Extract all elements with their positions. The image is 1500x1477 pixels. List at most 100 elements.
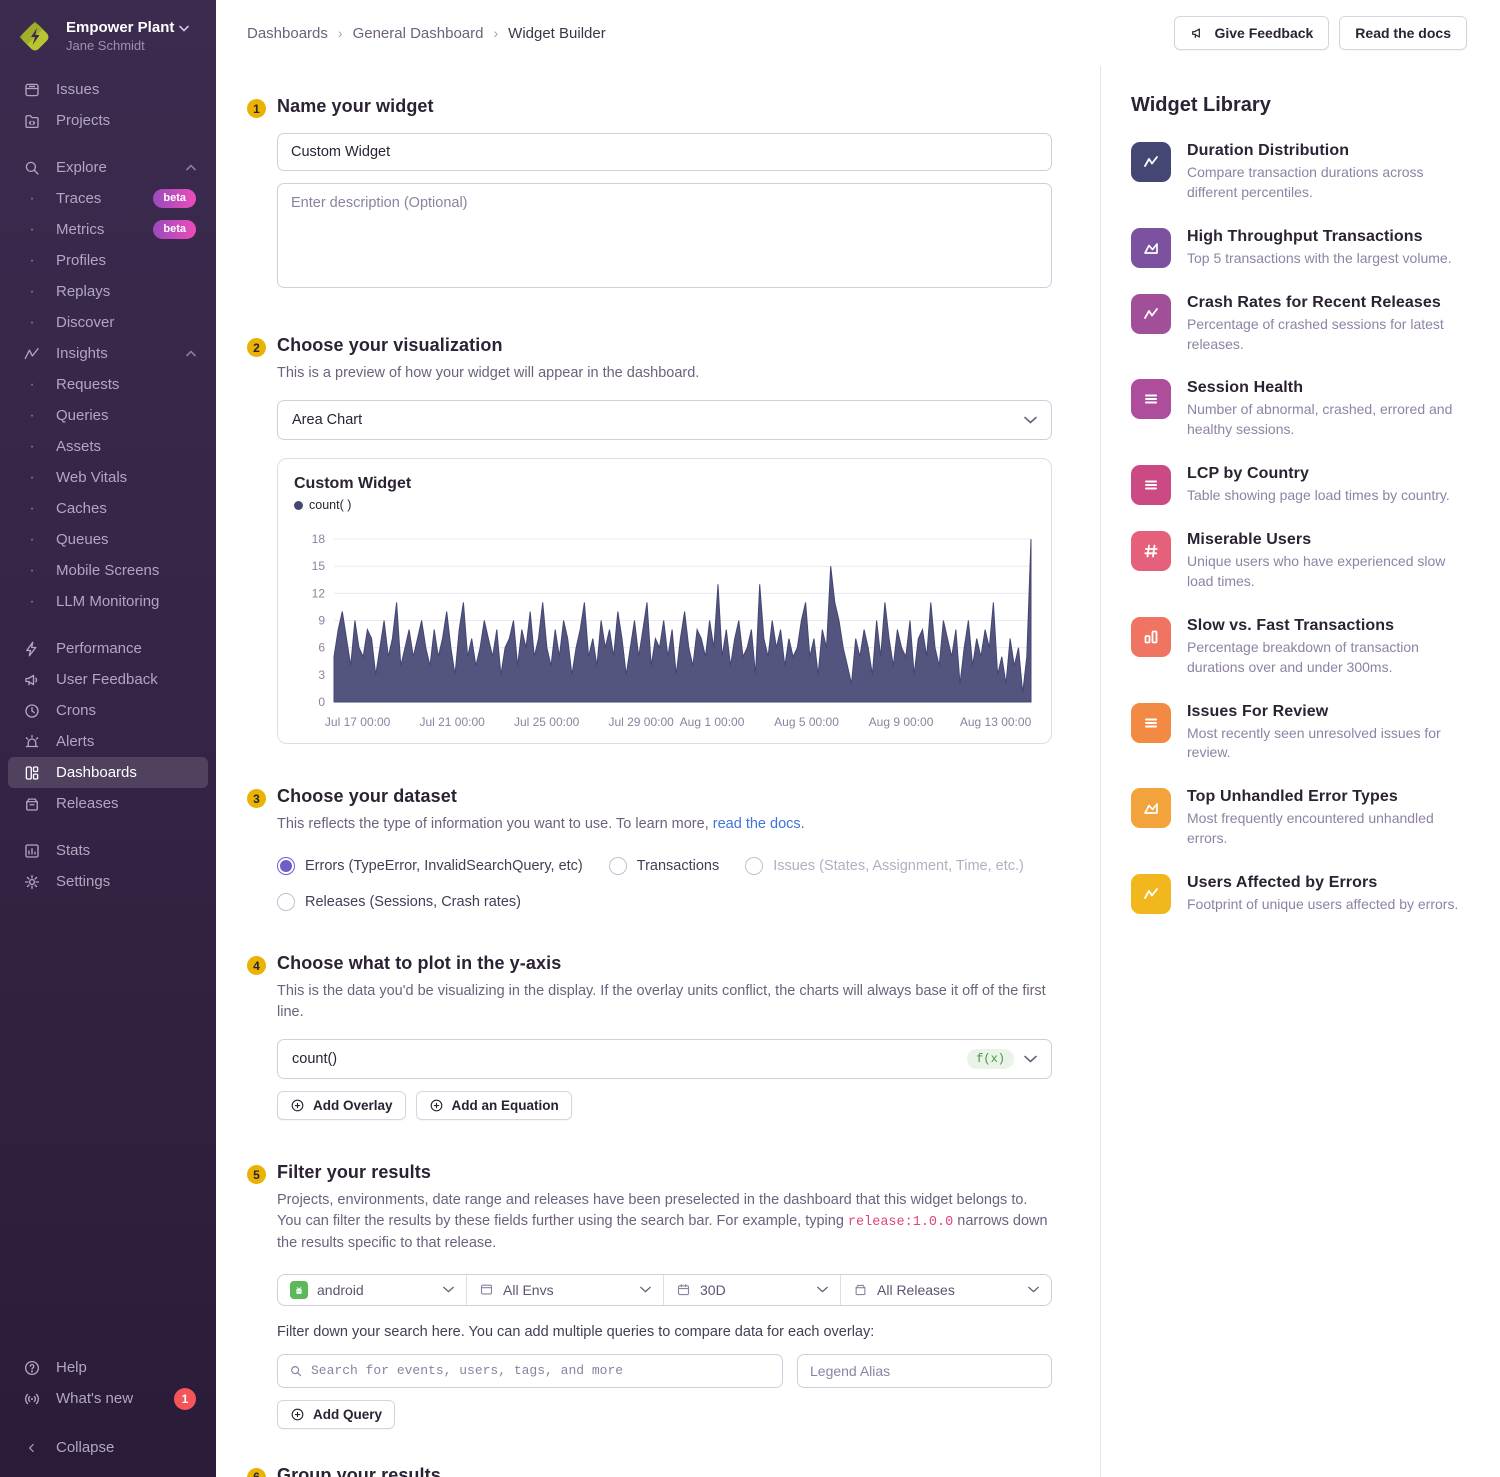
sidebar-item-replays[interactable]: · Replays (8, 276, 208, 307)
svg-text:12: 12 (312, 586, 326, 600)
siren-icon (22, 733, 42, 751)
step-number-badge: 5 (247, 1165, 266, 1184)
megaphone-icon (22, 671, 42, 689)
read-docs-link[interactable]: read the docs (713, 816, 801, 832)
sidebar-item-alerts[interactable]: Alerts (8, 726, 208, 757)
plus-circle-icon (429, 1098, 444, 1113)
widget-description-input[interactable] (277, 183, 1052, 288)
sidebar-item-help[interactable]: Help (8, 1352, 208, 1383)
org-switcher[interactable]: Empower Plant Jane Schmidt (0, 16, 216, 74)
beta-badge: beta (153, 189, 196, 207)
sidebar-item-queries[interactable]: ·Queries (8, 400, 208, 431)
step-subtitle: This is the data you'd be visualizing in… (277, 981, 1052, 1023)
library-item-duration-distribution[interactable]: Duration Distribution Compare transactio… (1131, 142, 1460, 203)
radio-icon (745, 857, 763, 875)
sidebar-item-settings[interactable]: Settings (8, 866, 208, 897)
sidebar-item-discover[interactable]: · Discover (8, 307, 208, 338)
dataset-option-errors[interactable]: Errors (TypeError, InvalidSearchQuery, e… (277, 857, 583, 875)
environment-filter[interactable]: All Envs (467, 1275, 664, 1305)
sidebar-item-crons[interactable]: Crons (8, 695, 208, 726)
svg-text:Jul 29 00:00: Jul 29 00:00 (608, 715, 674, 729)
sidebar-item-projects[interactable]: Projects (8, 105, 208, 136)
sidebar-group-insights[interactable]: Insights (8, 338, 208, 369)
y-axis-field-select[interactable]: count() f(x) (277, 1039, 1052, 1079)
android-icon (290, 1281, 308, 1299)
step-subtitle: Projects, environments, date range and r… (277, 1190, 1052, 1254)
insights-icon (22, 345, 42, 363)
library-item-top-unhandled-errors[interactable]: Top Unhandled Error Types Most frequentl… (1131, 788, 1460, 849)
topbar: Dashboards › General Dashboard › Widget … (216, 0, 1500, 66)
sidebar-item-requests[interactable]: ·Requests (8, 369, 208, 400)
legend-alias-input[interactable] (797, 1354, 1052, 1388)
sidebar-item-profiles[interactable]: · Profiles (8, 245, 208, 276)
sidebar-item-traces[interactable]: · Traces beta (8, 183, 208, 214)
chevron-down-icon (1024, 416, 1037, 424)
sidebar-item-web-vitals[interactable]: ·Web Vitals (8, 462, 208, 493)
library-item-issues-for-review[interactable]: Issues For Review Most recently seen unr… (1131, 703, 1460, 764)
breadcrumb-dashboards[interactable]: Dashboards (247, 25, 328, 42)
sidebar-item-releases[interactable]: Releases (8, 788, 208, 819)
sidebar-item-metrics[interactable]: · Metrics beta (8, 214, 208, 245)
sidebar-item-whats-new[interactable]: What's new 1 (8, 1383, 208, 1414)
date-range-filter[interactable]: 30D (664, 1275, 841, 1305)
dataset-option-transactions[interactable]: Transactions (609, 857, 719, 875)
sidebar-item-stats[interactable]: Stats (8, 835, 208, 866)
breadcrumb-general-dashboard[interactable]: General Dashboard (353, 25, 484, 42)
sidebar-item-performance[interactable]: Performance (8, 633, 208, 664)
library-item-session-health[interactable]: Session Health Number of abnormal, crash… (1131, 379, 1460, 440)
dataset-option-releases[interactable]: Releases (Sessions, Crash rates) (277, 893, 521, 911)
step-number-badge: 3 (247, 789, 266, 808)
step-number-badge: 1 (247, 99, 266, 118)
releases-filter[interactable]: All Releases (841, 1275, 1051, 1305)
sidebar-item-assets[interactable]: ·Assets (8, 431, 208, 462)
content-area: Dashboards › General Dashboard › Widget … (216, 0, 1500, 1477)
svg-text:0: 0 (318, 695, 325, 709)
breadcrumb-separator: › (338, 25, 343, 41)
query-search-input[interactable] (311, 1363, 771, 1378)
sidebar-collapse-button[interactable]: Collapse (8, 1432, 208, 1463)
line-chart-icon (1131, 294, 1171, 334)
query-search-box (277, 1354, 783, 1388)
inline-code: release:1.0.0 (848, 1215, 953, 1230)
line-chart-icon (1131, 142, 1171, 182)
org-logo-icon (16, 18, 54, 56)
issues-icon (22, 81, 42, 99)
give-feedback-button[interactable]: Give Feedback (1174, 16, 1329, 50)
beta-badge: beta (153, 220, 196, 238)
add-equation-button[interactable]: Add an Equation (416, 1091, 572, 1120)
org-name: Empower Plant (66, 19, 174, 37)
sidebar-group-explore[interactable]: Explore (8, 152, 208, 183)
svg-text:Aug 1 00:00: Aug 1 00:00 (680, 715, 745, 729)
library-item-miserable-users[interactable]: Miserable Users Unique users who have ex… (1131, 531, 1460, 592)
project-filter[interactable]: android (278, 1275, 467, 1305)
chevron-down-icon (1024, 1055, 1037, 1063)
widget-library-panel: Widget Library Duration Distribution Com… (1100, 66, 1500, 1477)
step-y-axis: 4 Choose what to plot in the y-axis This… (247, 953, 1052, 1120)
library-item-crash-rates[interactable]: Crash Rates for Recent Releases Percenta… (1131, 294, 1460, 355)
step-title: Choose what to plot in the y-axis (277, 953, 1052, 974)
sidebar-item-dashboards[interactable]: Dashboards (8, 757, 208, 788)
add-query-button[interactable]: Add Query (277, 1400, 395, 1429)
read-docs-button[interactable]: Read the docs (1339, 16, 1467, 50)
sidebar-item-mobile-screens[interactable]: ·Mobile Screens (8, 555, 208, 586)
sidebar-item-issues[interactable]: Issues (8, 74, 208, 105)
add-overlay-button[interactable]: Add Overlay (277, 1091, 406, 1120)
sidebar-item-queues[interactable]: ·Queues (8, 524, 208, 555)
sidebar-item-llm-monitoring[interactable]: ·LLM Monitoring (8, 586, 208, 617)
line-chart-icon (1131, 874, 1171, 914)
library-item-users-affected[interactable]: Users Affected by Errors Footprint of un… (1131, 874, 1460, 915)
svg-text:6: 6 (318, 641, 325, 655)
step-filter: 5 Filter your results Projects, environm… (247, 1162, 1052, 1429)
visualization-select[interactable]: Area Chart (277, 400, 1052, 440)
widget-title-input[interactable] (277, 133, 1052, 171)
megaphone-icon (1190, 25, 1206, 41)
step-subtitle: This reflects the type of information yo… (277, 814, 1052, 835)
library-item-high-throughput[interactable]: High Throughput Transactions Top 5 trans… (1131, 228, 1460, 269)
library-item-lcp-by-country[interactable]: LCP by Country Table showing page load t… (1131, 465, 1460, 506)
plus-circle-icon (290, 1407, 305, 1422)
chevron-down-icon (179, 25, 189, 32)
sidebar-item-user-feedback[interactable]: User Feedback (8, 664, 208, 695)
dataset-radio-group: Errors (TypeError, InvalidSearchQuery, e… (277, 857, 1052, 911)
sidebar-item-caches[interactable]: ·Caches (8, 493, 208, 524)
library-item-slow-vs-fast[interactable]: Slow vs. Fast Transactions Percentage br… (1131, 617, 1460, 678)
